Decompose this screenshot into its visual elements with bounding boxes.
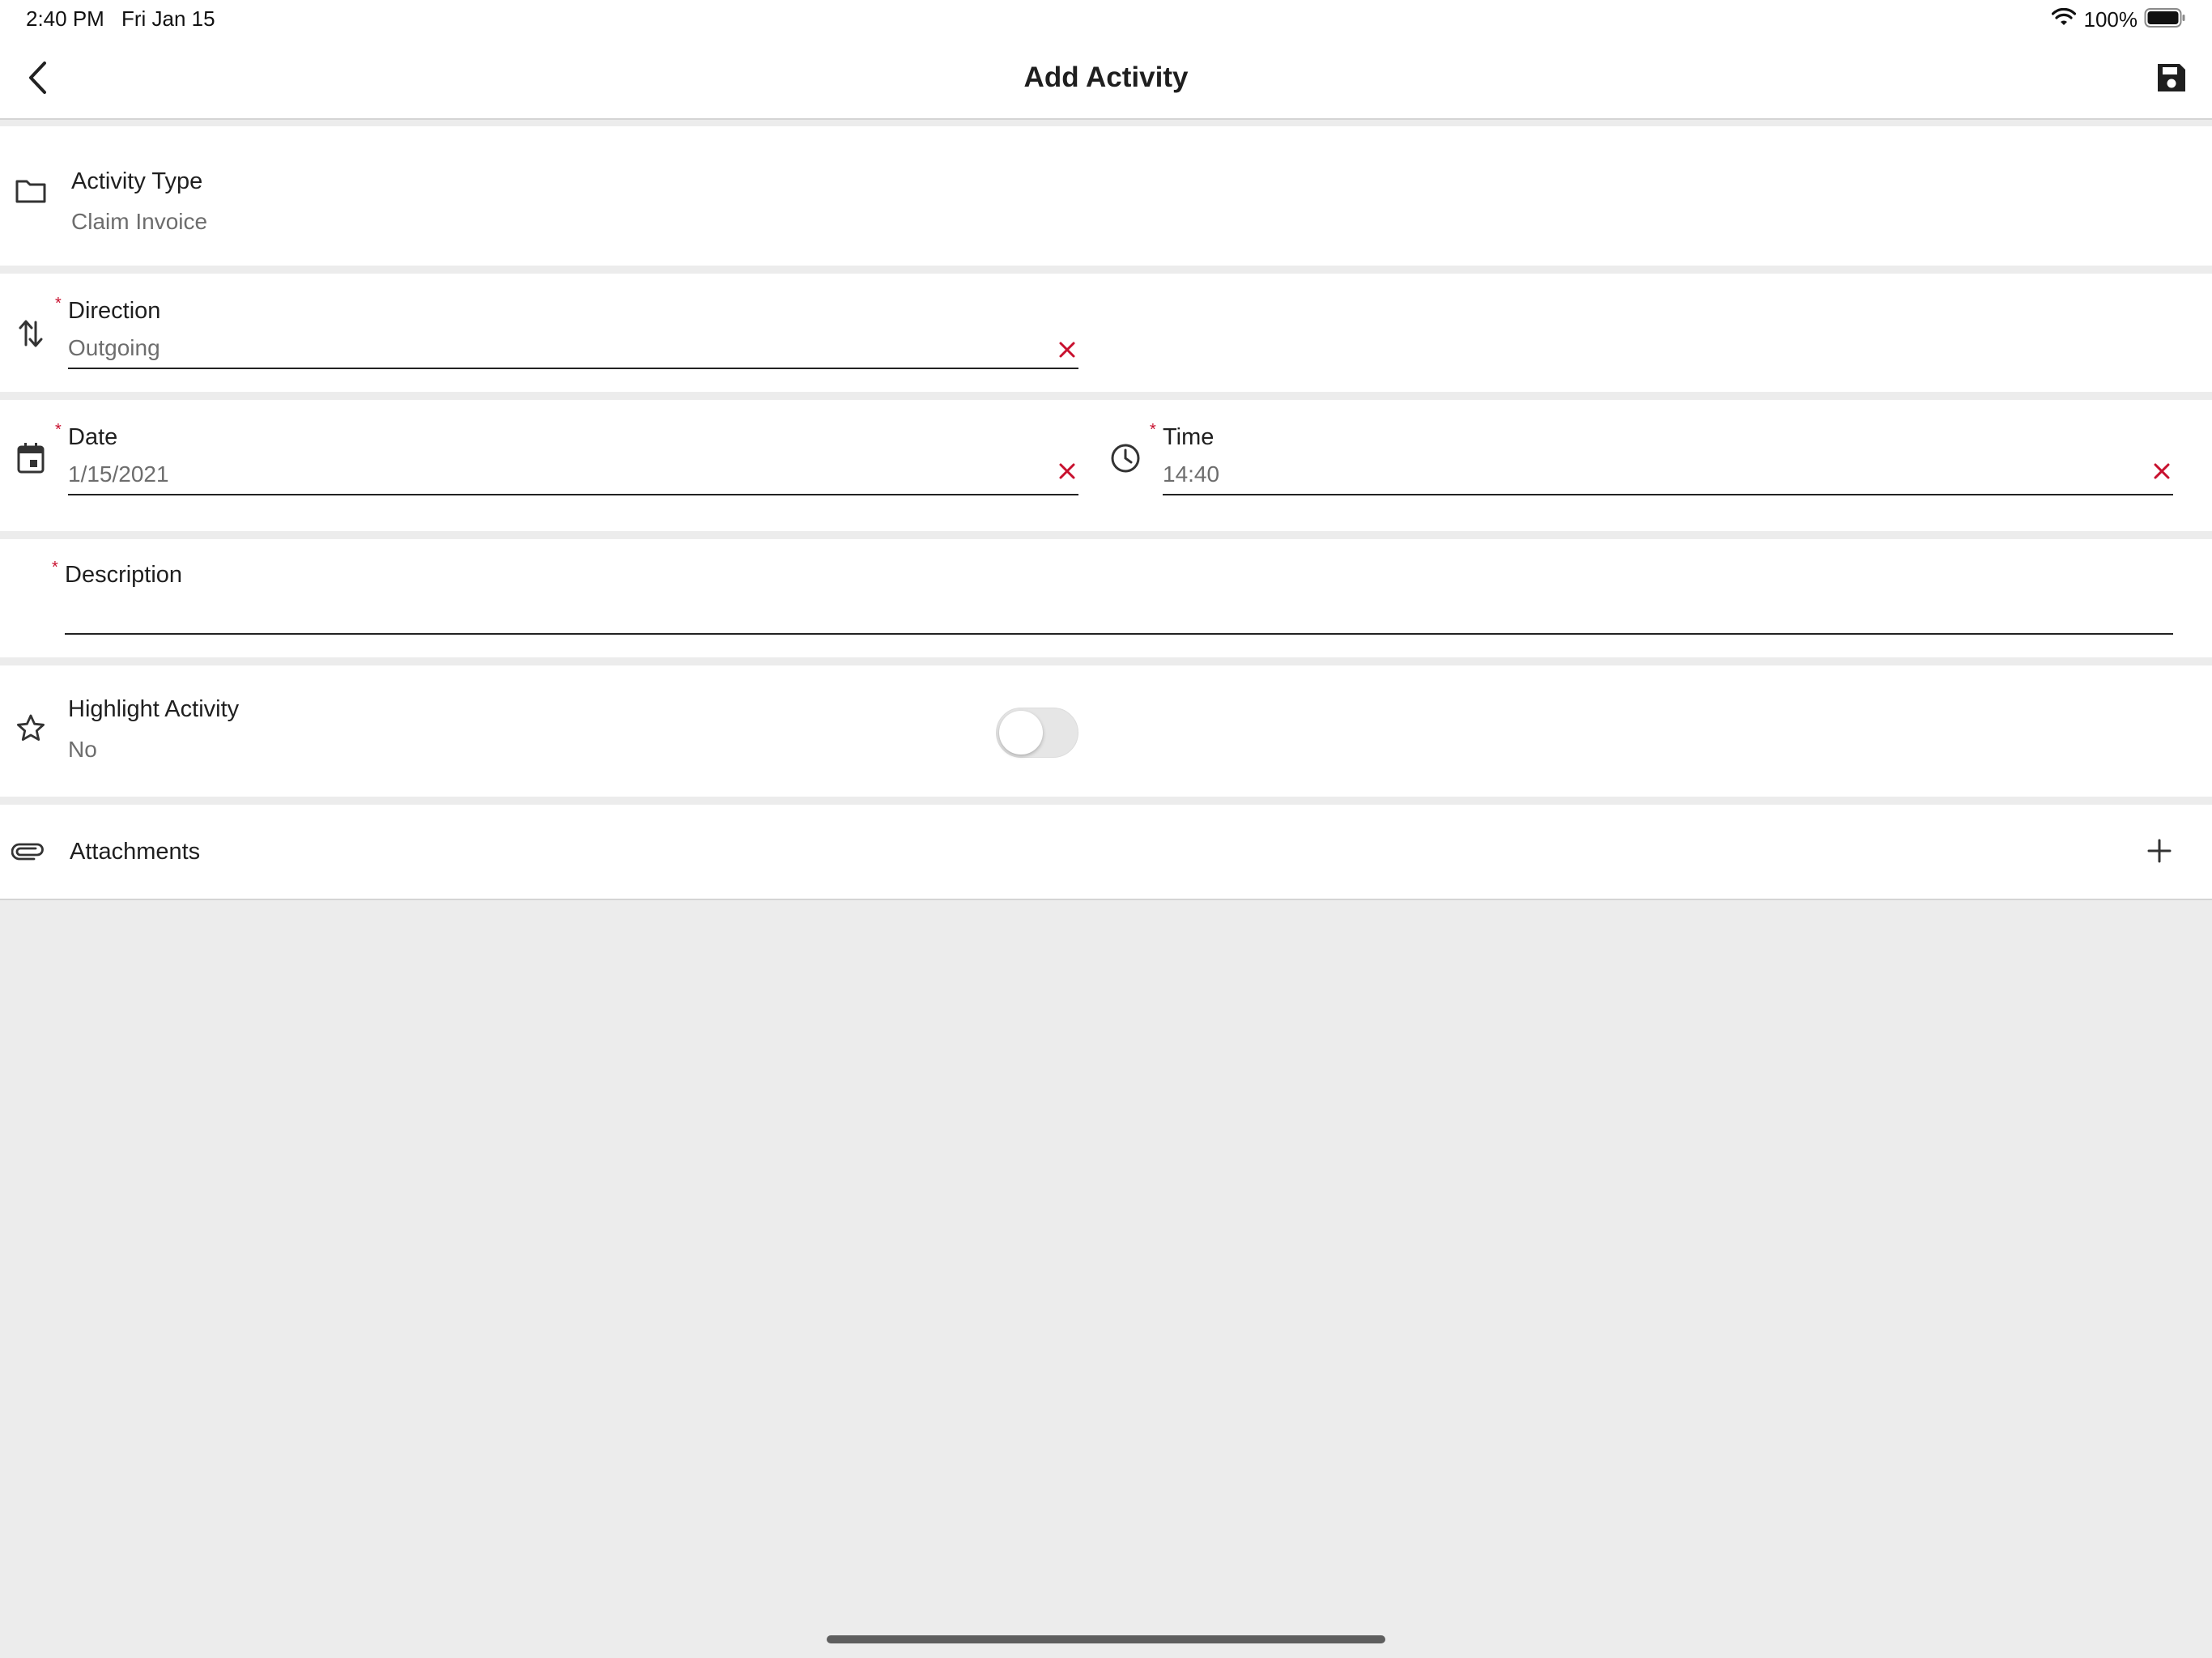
home-indicator [827,1635,1385,1643]
activity-type-row[interactable]: Activity Type Claim Invoice [0,126,2212,266]
status-bar: 2:40 PM Fri Jan 15 100% [0,0,2212,39]
toggle-knob [999,711,1043,755]
page-title: Add Activity [1023,62,1189,93]
required-marker: * [52,559,58,576]
required-marker: * [55,421,62,439]
calendar-icon [11,439,50,478]
date-value[interactable]: 1/15/2021 [68,461,169,487]
required-marker: * [55,295,62,312]
direction-value[interactable]: Outgoing [68,335,160,361]
clear-direction-button[interactable] [1053,337,1082,366]
highlight-activity-toggle[interactable] [996,708,1078,758]
time-underline [1163,494,2173,495]
description-label: Description [65,562,183,588]
description-underline [65,633,2173,635]
close-icon [1058,341,1076,363]
date-underline [68,494,1078,495]
save-button[interactable] [2149,57,2194,102]
direction-label: Direction [68,298,161,324]
swap-vertical-icon [11,314,50,353]
paperclip-icon [8,832,47,871]
add-activity-screen: 2:40 PM Fri Jan 15 100% Add Activity Act… [0,0,2212,1658]
close-icon [2153,462,2171,484]
floppy-disk-icon [2155,62,2188,98]
plus-icon [2147,839,2172,867]
attachments-row: Attachments [0,805,2212,900]
clock-icon [1106,439,1145,478]
close-icon [1058,462,1076,484]
star-outline-icon [11,709,50,748]
clear-date-button[interactable] [1053,458,1082,487]
direction-underline [68,368,1078,369]
time-label: Time [1163,424,1214,450]
attachments-label: Attachments [70,839,201,865]
wifi-icon [2051,7,2076,32]
clear-time-button[interactable] [2147,458,2176,487]
status-date: Fri Jan 15 [121,6,215,31]
status-right: 100% [2051,6,2187,32]
required-marker: * [1150,421,1156,439]
status-time: 2:40 PM [26,6,104,31]
direction-row: * Direction Outgoing [0,274,2212,392]
add-attachment-button[interactable] [2139,832,2180,873]
highlight-activity-row: Highlight Activity No [0,665,2212,797]
date-time-row: * Date 1/15/2021 * Time 14:40 [0,400,2212,531]
time-value[interactable]: 14:40 [1163,461,1219,487]
description-row: * Description [0,539,2212,657]
activity-type-value: Claim Invoice [71,209,208,234]
activity-type-label: Activity Type [71,168,203,194]
battery-percentage: 100% [2083,6,2138,32]
navigation-bar: Add Activity [0,39,2212,120]
folder-icon [11,172,50,210]
highlight-activity-value: No [68,737,97,762]
date-label: Date [68,424,118,450]
highlight-activity-label: Highlight Activity [68,696,240,722]
battery-icon [2144,7,2186,32]
